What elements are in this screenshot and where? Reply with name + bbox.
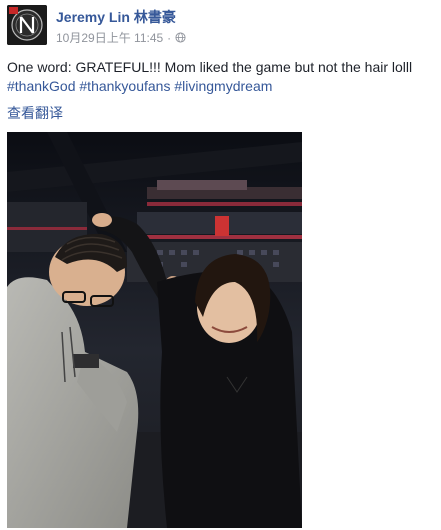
hashtag-link[interactable]: #thankyoufans xyxy=(79,78,170,94)
post-meta: 10月29日上午 11:45 · xyxy=(56,29,186,46)
post-timestamp[interactable]: 10月29日上午 11:45 xyxy=(56,29,163,46)
post-text: One word: GRATEFUL!!! Mom liked the game… xyxy=(7,59,413,75)
globe-icon[interactable] xyxy=(175,32,186,43)
post-photo[interactable] xyxy=(7,132,302,528)
hashtag-list: #thankGod #thankyoufans #livingmydream xyxy=(7,77,272,96)
meta-separator: · xyxy=(167,30,172,45)
arena-photo-illustration xyxy=(7,132,302,528)
nets-logo-icon xyxy=(7,5,47,45)
post-author-name[interactable]: Jeremy Lin 林書豪 xyxy=(56,7,176,27)
hashtag-link[interactable]: #livingmydream xyxy=(174,78,272,94)
see-translation-link[interactable]: 查看翻译 xyxy=(7,103,63,123)
avatar[interactable] xyxy=(7,5,47,45)
hashtag-link[interactable]: #thankGod xyxy=(7,78,76,94)
